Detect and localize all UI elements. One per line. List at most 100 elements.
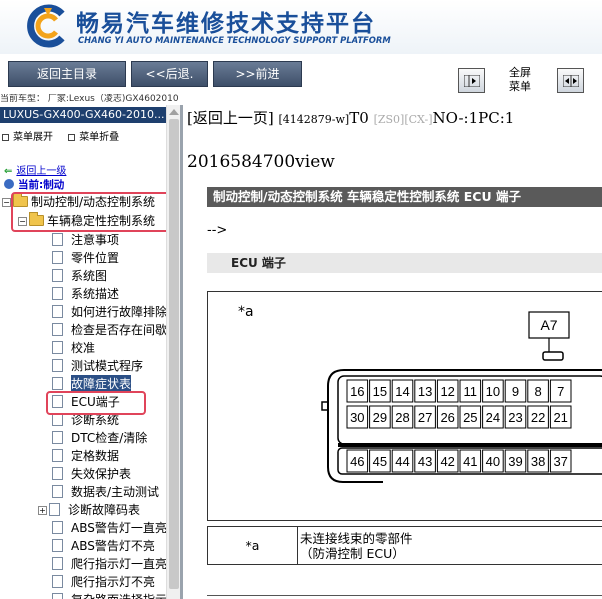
tree-item[interactable]: DTC检查/清除 [52,429,147,447]
connector-pin-number: 42 [440,454,454,469]
tree-item-label: 测试模式程序 [71,359,144,373]
connector-pin-number: 28 [395,410,409,425]
connector-pin-number: 37 [553,454,567,469]
tree-item[interactable]: 失效保护表 [52,465,131,483]
connector-pin-number: 9 [512,384,519,399]
tree-item[interactable]: 定格数据 [52,447,119,465]
sidebar-scrollbar[interactable] [166,105,180,599]
doc-t0: T0 [349,109,369,127]
tree-item[interactable]: 注意事项 [52,231,119,249]
document-icon [52,521,63,534]
legend-key: *a [207,526,298,565]
tree-item[interactable]: 零件位置 [52,249,119,267]
connector-pin-number: 39 [508,454,522,469]
tree-item[interactable]: 如何进行故障排除 [52,303,166,321]
current-category: 当前:制动 [4,177,64,192]
doc-zs0: [ZS0] [373,113,405,126]
tree-item[interactable]: ABS警告灯不亮 [52,537,155,555]
bottom-divider [207,595,602,596]
document-icon [52,449,63,462]
brand-logo-icon [27,4,65,48]
tree-item[interactable]: 系统描述 [52,285,119,303]
connector-pin-number: 24 [486,410,500,425]
tree-item-label: 系统描述 [71,287,120,301]
expand-toggle-icon[interactable]: + [38,506,47,515]
expand-panel-icon[interactable] [458,68,485,93]
tree-item[interactable]: ABS警告灯一直亮起 [52,519,166,537]
connector-pin-number: 14 [395,384,409,399]
legend-line2: （防滑控制 ECU） [300,545,405,561]
legend-table: *a 未连接线束的零部件 （防滑控制 ECU） [207,526,602,565]
menu-collapse[interactable]: 菜单折叠 [68,128,119,143]
fullscreen-menu-label[interactable]: 全屏 菜单 [505,66,535,94]
document-icon [52,287,63,300]
forward-button[interactable]: >>前进 [213,61,302,87]
tree-item[interactable]: 测试模式程序 [52,357,143,375]
tree-item[interactable]: 数据表/主动测试 [52,483,159,501]
tree-item-label: 爬行指示灯一直亮起 [71,557,166,571]
fullscreen-line1: 全屏 [509,66,531,79]
tree-item[interactable]: 爬行指示灯一直亮起 [52,555,166,573]
doc-no-pc: NO-:1PC:1 [432,109,515,127]
split-panel-icon[interactable] [557,68,584,93]
toolbar: 返回主目录 <<后退. >>前进 全屏 菜单 [0,54,602,94]
back-arrow-icon: ⇐ [4,166,13,177]
connector-label: A7 [540,317,557,333]
connector-pin-number: 41 [463,454,477,469]
current-model-line: 当前车型： 厂家:Lexus（凌志)GX4602010 [0,94,179,104]
connector-pin-number: 30 [350,410,364,425]
scroll-up-icon[interactable] [169,109,179,115]
model-selector[interactable]: LUXUS-GX400-GX460-2010... [0,107,166,123]
connector-pin-number: 26 [440,410,454,425]
scroll-thumb[interactable] [169,119,179,589]
menu-expand-label: 菜单展开 [13,132,53,143]
return-up-label: 返回上一级 [16,166,67,177]
document-icon [52,305,63,318]
collapse-toggle-icon[interactable]: − [2,198,11,207]
doc-nav-line: [返回上一页] [4142879-w]T0 [ZS0][CX-]NO-:1PC:… [187,109,515,127]
tree-item[interactable]: 系统图 [52,267,107,285]
connector-pin-number: 10 [486,384,500,399]
document-icon [52,233,63,246]
ecu-connector-diagram: *a A7 16 15 14 13 12 11 10 9 8 7 30 29 28 27 26 25 24 23 2… [207,291,602,521]
back-button[interactable]: <<后退. [131,61,208,87]
tree-item-label: 爬行指示灯不亮 [71,575,156,589]
tree-item-label: 检查是否存在间歇性故障 [71,323,166,337]
tree-item-label: 定格数据 [71,449,120,463]
connector-pin-number: 40 [486,454,500,469]
tree-item-label: 校准 [71,341,96,355]
tree-item[interactable]: 爬行指示灯不亮 [52,573,155,591]
connector-pin-number: 25 [463,410,477,425]
user-icon [4,179,14,189]
content-pane: [返回上一页] [4142879-w]T0 [ZS0][CX-]NO-:1PC:… [180,105,602,599]
connector-pin-number: 29 [373,410,387,425]
sidebar: LUXUS-GX400-GX460-2010... 菜单展开 菜单折叠 ⇐ 返回上… [0,105,166,599]
brand-title: 畅易汽车维修技术支持平台 [76,11,376,37]
document-icon [49,503,60,516]
table-row: *a 未连接线束的零部件 （防滑控制 ECU） [207,526,602,565]
connector-pin-number: 45 [373,454,387,469]
page-title: 制动控制/动态控制系统 车辆稳定性控制系统 ECU 端子 [207,187,602,207]
document-icon [52,323,63,336]
doc-code: [4142879-w] [278,113,350,126]
connector-pin-number: 16 [350,384,364,399]
return-up-link[interactable]: ⇐ 返回上一级 [4,162,66,177]
tree-item[interactable]: 检查是否存在间歇性故障 [52,321,166,339]
arrow-text: --> [207,223,228,238]
connector-pin-number: 22 [531,410,545,425]
menu-ops: 菜单展开 菜单折叠 [2,128,131,143]
connector-pin-number: 44 [395,454,409,469]
connector-pin-number: 12 [440,384,454,399]
tree-item-label: DTC检查/清除 [71,431,148,445]
menu-expand[interactable]: 菜单展开 [2,128,53,143]
highlight-box-folders [11,192,181,232]
return-prev-link[interactable]: 返回上一页 [193,109,268,127]
site-header: 畅易汽车维修技术支持平台 CHANG YI AUTO MAINTENANCE T… [0,0,602,54]
tree-item[interactable]: + 诊断故障码表 [38,501,140,519]
tree-item[interactable]: 校准 [52,339,95,357]
expand-square-icon [2,133,9,141]
highlight-box-ecu [46,391,146,415]
tree-item[interactable]: 复杂路面选择指示灯 [52,591,166,599]
document-icon [52,539,63,552]
home-button[interactable]: 返回主目录 [8,61,126,87]
